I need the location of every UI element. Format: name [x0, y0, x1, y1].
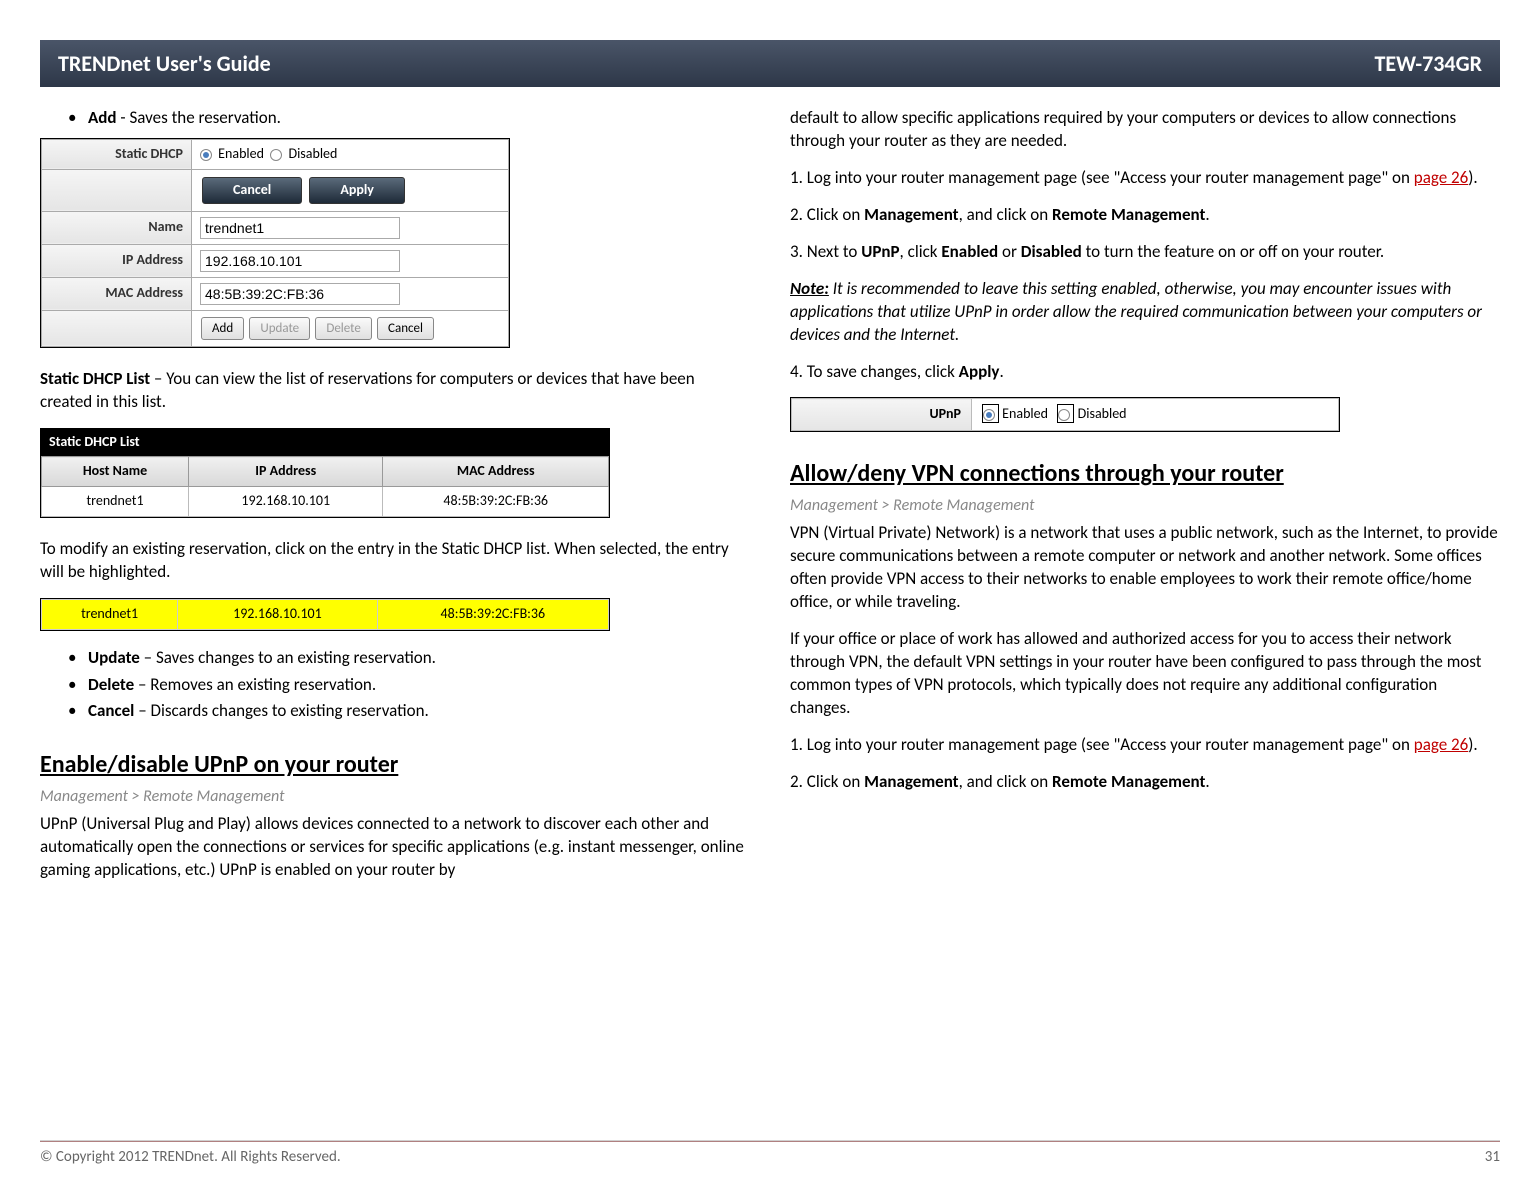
upnp-paragraph: UPnP (Universal Plug and Play) allows de… — [40, 813, 750, 882]
bullet-update: Update – Saves changes to an existing re… — [68, 647, 750, 670]
bullet-delete: Delete – Removes an existing reservation… — [68, 674, 750, 697]
upd-b: Update — [88, 647, 140, 668]
highlighted-row[interactable]: trendnet1 192.168.10.101 48:5B:39:2C:FB:… — [40, 598, 610, 631]
can-b: Cancel — [88, 700, 134, 721]
upnp-setting: UPnP Enabled Disabled — [790, 397, 1340, 432]
page-26-link[interactable]: page 26 — [1414, 734, 1468, 755]
col-ip: IP Address — [189, 457, 383, 487]
step-1: 1. Log into your router management page … — [790, 167, 1500, 190]
cell-ip: 192.168.10.101 — [189, 486, 383, 516]
bullet-cancel: Cancel – Discards changes to existing re… — [68, 700, 750, 723]
radio-enabled-icon[interactable] — [200, 149, 212, 161]
list-intro: Static DHCP List – You can view the list… — [40, 368, 750, 414]
right-column: default to allow specific applications r… — [790, 107, 1500, 896]
footer: © Copyright 2012 TRENDnet. All Rights Re… — [40, 1140, 1500, 1166]
doc-header: TRENDnet User's Guide TEW-734GR — [40, 40, 1500, 87]
static-dhcp-list: Static DHCP List Host Name IP Address MA… — [40, 428, 610, 518]
enabled-text: Enabled — [218, 145, 264, 162]
upnp-disabled-radio-icon[interactable] — [1058, 409, 1070, 421]
vpn-para-1: VPN (Virtual Private) Network) is a netw… — [790, 522, 1500, 614]
static-dhcp-form: Static DHCP Enabled Disabled Cancel Appl… — [40, 138, 510, 348]
breadcrumb: Management > Remote Management — [790, 495, 1500, 517]
doc-model: TEW-734GR — [1375, 50, 1482, 77]
hl-ip: 192.168.10.101 — [178, 599, 377, 629]
section-vpn: Allow/deny VPN connections through your … — [790, 458, 1500, 490]
note-text: It is recommended to leave this setting … — [790, 278, 1482, 345]
cell-host: trendnet1 — [42, 486, 189, 516]
table-row[interactable]: trendnet1 192.168.10.101 48:5B:39:2C:FB:… — [42, 486, 609, 516]
update-button[interactable]: Update — [249, 317, 310, 341]
radio-disabled-icon[interactable] — [270, 149, 282, 161]
cancel2-button[interactable]: Cancel — [377, 317, 434, 341]
step-3: 3. Next to UPnP, click Enabled or Disabl… — [790, 241, 1500, 264]
upnp-disabled-text: Disabled — [1078, 405, 1127, 422]
del-rest: – Removes an existing reservation. — [134, 674, 376, 695]
breadcrumb: Management > Remote Management — [40, 786, 750, 808]
apply-button[interactable]: Apply — [309, 177, 405, 204]
upnp-enabled-text: Enabled — [1002, 405, 1048, 422]
upd-rest: – Saves changes to an existing reservati… — [140, 647, 436, 668]
add-desc: - Saves the reservation. — [117, 107, 281, 128]
modify-text: To modify an existing reservation, click… — [40, 538, 750, 584]
list-title: Static DHCP List — [41, 429, 609, 456]
note-label: Note: — [790, 278, 829, 299]
divider — [40, 1140, 1500, 1142]
mac-label: MAC Address — [42, 277, 192, 310]
upnp-label: UPnP — [792, 399, 972, 431]
page-number: 31 — [1485, 1148, 1500, 1166]
copyright: © Copyright 2012 TRENDnet. All Rights Re… — [40, 1148, 341, 1166]
mac-input[interactable] — [200, 283, 400, 305]
static-dhcp-value: Enabled Disabled — [192, 139, 509, 169]
del-b: Delete — [88, 674, 134, 695]
step-2: 2. Click on Management, and click on Rem… — [790, 204, 1500, 227]
cell-mac: 48:5B:39:2C:FB:36 — [383, 486, 609, 516]
delete-button[interactable]: Delete — [315, 317, 372, 341]
section-upnp: Enable/disable UPnP on your router — [40, 749, 750, 781]
can-rest: – Discards changes to existing reservati… — [134, 700, 428, 721]
note: Note: It is recommended to leave this se… — [790, 278, 1500, 347]
ip-input[interactable] — [200, 250, 400, 272]
continued-text: default to allow specific applications r… — [790, 107, 1500, 153]
name-label: Name — [42, 211, 192, 244]
static-dhcp-label: Static DHCP — [42, 139, 192, 169]
hl-mac: 48:5B:39:2C:FB:36 — [377, 599, 608, 629]
vpn-step-2: 2. Click on Management, and click on Rem… — [790, 771, 1500, 794]
add-label: Add — [88, 107, 117, 128]
name-input[interactable] — [200, 217, 400, 239]
cancel-button[interactable]: Cancel — [202, 177, 302, 204]
page-26-link[interactable]: page 26 — [1414, 167, 1468, 188]
col-host: Host Name — [42, 457, 189, 487]
col-mac: MAC Address — [383, 457, 609, 487]
hl-host: trendnet1 — [42, 599, 178, 629]
add-button[interactable]: Add — [201, 317, 244, 341]
list-intro-b: Static DHCP List — [40, 368, 150, 389]
vpn-para-2: If your office or place of work has allo… — [790, 628, 1500, 720]
step-4: 4. To save changes, click Apply. — [790, 361, 1500, 384]
disabled-text: Disabled — [288, 145, 337, 162]
doc-title: TRENDnet User's Guide — [58, 50, 271, 77]
left-column: Add - Saves the reservation. Static DHCP… — [40, 107, 750, 896]
ip-label: IP Address — [42, 244, 192, 277]
upnp-enabled-radio-icon[interactable] — [983, 409, 995, 421]
vpn-step-1: 1. Log into your router management page … — [790, 734, 1500, 757]
bullet-add: Add - Saves the reservation. — [68, 107, 750, 130]
